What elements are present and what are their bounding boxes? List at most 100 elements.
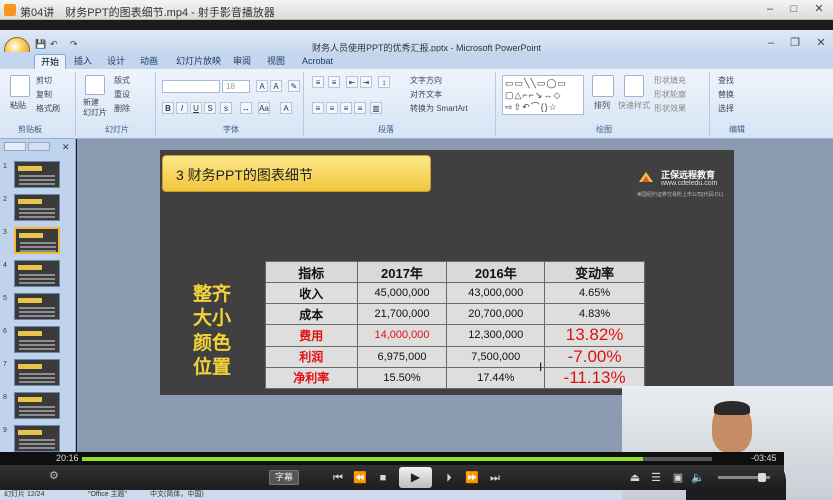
tab-slideshow[interactable]: 幻灯片放映 — [170, 54, 227, 69]
volume-knob[interactable] — [758, 473, 766, 482]
slide-thumbnail[interactable] — [14, 359, 60, 386]
tab-view[interactable]: 视图 — [261, 54, 291, 69]
new-slide-icon[interactable] — [85, 75, 105, 95]
new-slide-button[interactable]: 新建 幻灯片 — [83, 98, 107, 118]
undo-icon[interactable]: ↶ — [50, 39, 58, 51]
format-painter-button[interactable]: 格式刷 — [36, 103, 60, 114]
tab-design[interactable]: 设计 — [101, 54, 131, 69]
ppt-close-button[interactable]: ✕ — [812, 36, 830, 51]
char-spacing-button[interactable]: ↔ — [240, 102, 252, 114]
tab-animations[interactable]: 动画 — [134, 54, 164, 69]
paste-button[interactable]: 粘贴 — [10, 100, 26, 111]
screen-mode-icon[interactable]: ▣ — [670, 470, 686, 486]
slides-tab[interactable] — [4, 142, 26, 151]
financial-table[interactable]: 指标 2017年 2016年 变动率 收入 45,000,000 43,000,00… — [265, 261, 645, 390]
ppt-minimize-button[interactable]: – — [762, 36, 780, 51]
increase-indent-button[interactable]: ⇥ — [360, 76, 372, 88]
align-text-button[interactable]: 对齐文本 — [410, 89, 442, 100]
player-maximize-button[interactable]: □ — [785, 2, 803, 17]
shrink-font-button[interactable]: A — [270, 80, 282, 92]
table-row: 费用 14,000,000 12,300,000 13.82% — [265, 324, 645, 347]
slide-thumbnail[interactable] — [14, 425, 60, 452]
bold-button[interactable]: B — [162, 102, 174, 114]
previous-icon[interactable]: ⏮ — [330, 470, 346, 486]
numbering-button[interactable]: ≡ — [328, 76, 340, 88]
arrange-button[interactable]: 排列 — [594, 100, 610, 111]
shape-effects-button[interactable]: 形状效果 — [654, 103, 686, 114]
rewind-icon[interactable]: ⏪ — [352, 470, 368, 486]
copy-button[interactable]: 复制 — [36, 89, 52, 100]
open-file-icon[interactable]: ⏏ — [627, 470, 643, 486]
quick-styles-button[interactable]: 快速样式 — [618, 100, 650, 111]
align-right-button[interactable]: ≡ — [340, 102, 352, 114]
ppt-restore-button[interactable]: ❐ — [786, 36, 804, 51]
volume-icon[interactable]: 🔈 — [690, 470, 706, 486]
tab-insert[interactable]: 插入 — [68, 54, 98, 69]
tab-acrobat[interactable]: Acrobat — [296, 54, 339, 69]
frame-forward-icon[interactable]: ⏵ — [441, 470, 457, 486]
slide-thumbnail[interactable] — [14, 161, 60, 188]
progress-bar[interactable] — [0, 452, 784, 465]
underline-button[interactable]: U — [190, 102, 202, 114]
grow-font-button[interactable]: A — [256, 80, 268, 92]
tab-home[interactable]: 开始 — [34, 54, 67, 69]
subtitle-button[interactable]: 字幕 — [269, 470, 299, 485]
tab-review[interactable]: 审阅 — [227, 54, 257, 69]
italic-button[interactable]: I — [176, 102, 188, 114]
decrease-indent-button[interactable]: ⇤ — [346, 76, 358, 88]
strikethrough-button[interactable]: S — [204, 102, 216, 114]
outline-tab[interactable] — [28, 142, 50, 151]
font-size-combo[interactable]: 18 — [222, 80, 250, 93]
bullets-button[interactable]: ≡ — [312, 76, 324, 88]
stop-icon[interactable]: ■ — [375, 470, 391, 486]
slide-thumbnail[interactable] — [14, 392, 60, 419]
slide-thumbnail[interactable] — [14, 227, 60, 254]
slide-thumbnail[interactable] — [14, 326, 60, 353]
font-name-combo[interactable] — [162, 80, 220, 93]
player-settings-icon[interactable]: ⚙ — [49, 469, 73, 487]
slide-thumbnail[interactable] — [14, 260, 60, 287]
shapes-gallery[interactable]: ▭▭╲╲▭◯▭ ▢△⌐⌐↘↔◇ ⇨⇧↶⌒{}☆ — [502, 75, 584, 115]
find-button[interactable]: 查找 — [718, 75, 734, 86]
cut-button[interactable]: 剪切 — [36, 75, 52, 86]
player-close-button[interactable]: ✕ — [810, 2, 828, 17]
slide-thumbnail[interactable] — [14, 293, 60, 320]
line-spacing-button[interactable]: ↕ — [378, 76, 390, 88]
quick-styles-icon[interactable] — [624, 75, 644, 97]
delete-button[interactable]: 删除 — [114, 103, 130, 114]
columns-button[interactable]: ▥ — [370, 102, 382, 114]
select-button[interactable]: 选择 — [718, 103, 734, 114]
thumbnail-title-bar — [18, 298, 42, 303]
clear-format-button[interactable]: ✎ — [288, 80, 300, 92]
layout-button[interactable]: 版式 — [114, 75, 130, 86]
reset-button[interactable]: 重设 — [114, 89, 130, 100]
align-left-button[interactable]: ≡ — [312, 102, 324, 114]
next-icon[interactable]: ⏭ — [487, 470, 503, 486]
playlist-icon[interactable]: ☰ — [648, 470, 664, 486]
volume-slider[interactable] — [718, 473, 770, 482]
shape-fill-button[interactable]: 形状填充 — [654, 75, 686, 86]
change-case-button[interactable]: Aa — [258, 102, 270, 114]
convert-smartart-button[interactable]: 转换为 SmartArt — [410, 103, 468, 114]
arrange-icon[interactable] — [592, 75, 614, 97]
play-button[interactable]: ▶ — [399, 467, 432, 488]
justify-button[interactable]: ≡ — [354, 102, 366, 114]
brand-logo-icon — [639, 172, 653, 182]
font-color-button[interactable]: A — [280, 102, 292, 114]
player-minimize-button[interactable]: – — [761, 2, 779, 17]
shadow-button[interactable]: s — [220, 102, 232, 114]
shape-outline-button[interactable]: 形状轮廓 — [654, 89, 686, 100]
redo-icon[interactable]: ↷ — [70, 39, 78, 51]
slide-number: 9 — [3, 427, 7, 434]
save-icon[interactable]: 💾 — [35, 39, 46, 51]
paste-icon[interactable] — [10, 75, 30, 97]
replace-button[interactable]: 替换 — [718, 89, 734, 100]
close-pane-icon[interactable]: ✕ — [62, 142, 70, 153]
thumbnail-content-lines — [19, 439, 55, 441]
slide-thumbnail[interactable] — [14, 194, 60, 221]
player-app-icon — [4, 4, 16, 16]
fast-forward-icon[interactable]: ⏩ — [464, 470, 480, 486]
align-center-button[interactable]: ≡ — [326, 102, 338, 114]
text-direction-button[interactable]: 文字方向 — [410, 75, 442, 86]
font-size-value: 18 — [226, 82, 235, 91]
